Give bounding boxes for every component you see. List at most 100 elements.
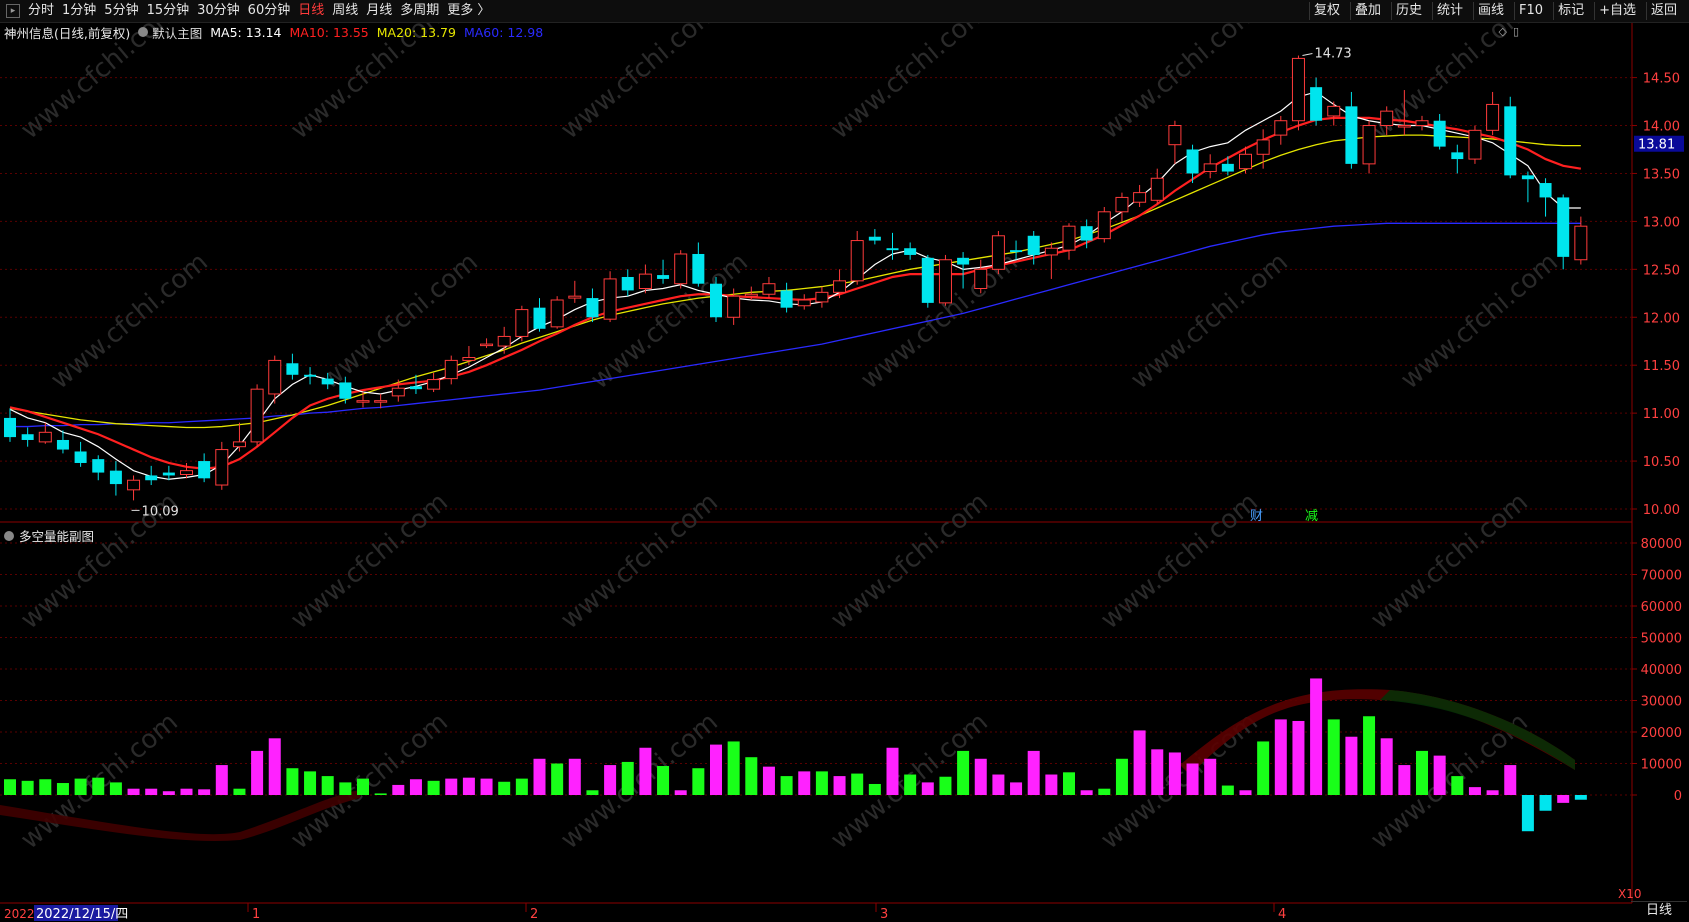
period-tab-6[interactable]: 日线 — [298, 2, 324, 20]
max-price-marker: 14.73 — [1314, 47, 1351, 62]
volume-bar — [462, 777, 475, 795]
volume-bar — [1010, 782, 1023, 795]
volume-bar — [498, 781, 511, 795]
volume-bar — [427, 780, 440, 795]
sub-chart-info: 多空量能副图 — [4, 526, 94, 545]
tool-button-1[interactable]: 叠加 — [1349, 2, 1385, 20]
volume-bar — [1345, 736, 1358, 795]
period-tab-3[interactable]: 15分钟 — [147, 2, 190, 20]
candle-down — [1539, 183, 1552, 198]
volume-tick-label: 80000 — [1641, 537, 1682, 552]
price-tick-label: 11.50 — [1643, 359, 1680, 374]
candle-up — [38, 431, 52, 443]
candle-down — [692, 253, 705, 284]
period-tab-2[interactable]: 5分钟 — [104, 2, 138, 20]
volume-bar — [321, 776, 334, 795]
period-tab-10[interactable]: 更多 〉 — [447, 2, 490, 20]
chart-canvas[interactable]: 14.50 14.00 13.50 13.00 12.50 12.00 11.50 11.00… — [0, 0, 1689, 922]
volume-bar — [533, 758, 546, 795]
volume-bar — [780, 776, 793, 795]
candle-down — [657, 275, 670, 279]
volume-bar — [4, 779, 16, 795]
volume-bar — [1045, 774, 1058, 795]
candle-up — [480, 343, 494, 347]
candle-down — [1080, 226, 1093, 241]
candle-up — [1150, 177, 1164, 201]
tool-button-7[interactable]: +自选 — [1594, 2, 1640, 20]
candle-down — [304, 374, 317, 377]
candle-up — [1239, 153, 1252, 170]
volume-bar — [886, 747, 899, 795]
volume-bar — [286, 768, 299, 795]
tool-button-6[interactable]: 标记 — [1553, 2, 1588, 20]
tool-button-5[interactable]: F10 — [1514, 2, 1547, 20]
candle-up — [550, 299, 564, 328]
main-indicator-label: 默认主图 — [152, 25, 203, 41]
collapse-icon[interactable]: ▸ — [6, 4, 20, 18]
candle-down — [56, 439, 69, 450]
candle-up — [1362, 125, 1376, 165]
candle-down — [868, 236, 881, 241]
candle-down — [145, 475, 158, 481]
period-tab-5[interactable]: 60分钟 — [248, 2, 291, 20]
main-indicator-selector[interactable]: 默认主图 — [138, 23, 202, 42]
candle-down — [162, 472, 175, 476]
period-tab-1[interactable]: 1分钟 — [62, 2, 96, 20]
volume-bar — [957, 750, 970, 795]
volume-bar — [1151, 749, 1164, 795]
candle-up — [1115, 196, 1129, 213]
tool-button-3[interactable]: 统计 — [1432, 2, 1467, 20]
ma60-label: MA60: 12.98 — [463, 24, 544, 40]
candle-up — [1168, 125, 1182, 146]
candle-up — [268, 359, 282, 395]
period-tab-7[interactable]: 周线 — [332, 2, 358, 20]
volume-tick-label: 0 — [1674, 789, 1682, 804]
period-tab-8[interactable]: 月线 — [366, 2, 392, 20]
sub-indicator-dot-icon[interactable] — [4, 530, 14, 541]
volume-bar — [604, 765, 617, 795]
tool-button-8[interactable]: 返回 — [1645, 2, 1681, 20]
volume-bar — [409, 779, 422, 795]
candle-up — [497, 335, 511, 347]
period-tab-4[interactable]: 30分钟 — [197, 2, 240, 20]
candle-up — [1574, 225, 1588, 261]
cursor-date-label: 2022/12/15/四 — [36, 907, 128, 922]
candle-up — [232, 441, 246, 448]
candle-up — [127, 479, 141, 491]
tool-button-4[interactable]: 画线 — [1473, 2, 1508, 20]
candle-down — [4, 417, 16, 438]
candle-down — [109, 470, 122, 485]
ma20-label: MA20: 13.79 — [376, 24, 456, 40]
event-marker-reduce: 减 — [1305, 509, 1318, 524]
volume-bar — [1451, 776, 1464, 795]
candle-up — [815, 291, 829, 303]
volume-bar — [1433, 755, 1446, 795]
period-label[interactable]: 日线 — [1631, 901, 1687, 920]
candle-up — [1044, 247, 1058, 256]
volume-bar — [904, 774, 917, 795]
candle-down — [586, 298, 599, 318]
tool-button-2[interactable]: 历史 — [1390, 2, 1426, 20]
candle-up — [1062, 225, 1076, 251]
candle-up — [180, 470, 193, 475]
candle-down — [904, 248, 917, 255]
tool-button-0[interactable]: 复权 — [1308, 2, 1344, 20]
candle-down — [621, 276, 634, 291]
candle-up — [427, 379, 441, 390]
diamond-icon[interactable]: ◇ — [1498, 25, 1506, 38]
volume-bar — [339, 782, 352, 795]
ma60-line — [10, 222, 1581, 428]
chart-corner-icons: ◇ ▯ — [1498, 25, 1519, 38]
period-tab-9[interactable]: 多周期 — [400, 2, 439, 20]
candle-up — [1097, 211, 1111, 240]
period-tab-0[interactable]: 分时 — [28, 2, 54, 20]
volume-bar — [515, 778, 528, 795]
candle-down — [1221, 163, 1234, 172]
candle-down — [92, 459, 105, 473]
volume-bar — [39, 779, 52, 795]
volume-tick-label: 20000 — [1641, 726, 1682, 741]
panel-toggle-icon[interactable]: ▯ — [1513, 25, 1519, 38]
current-price-label: 13.81 — [1638, 138, 1675, 153]
candle-up — [391, 387, 405, 397]
volume-bar — [1274, 719, 1287, 795]
